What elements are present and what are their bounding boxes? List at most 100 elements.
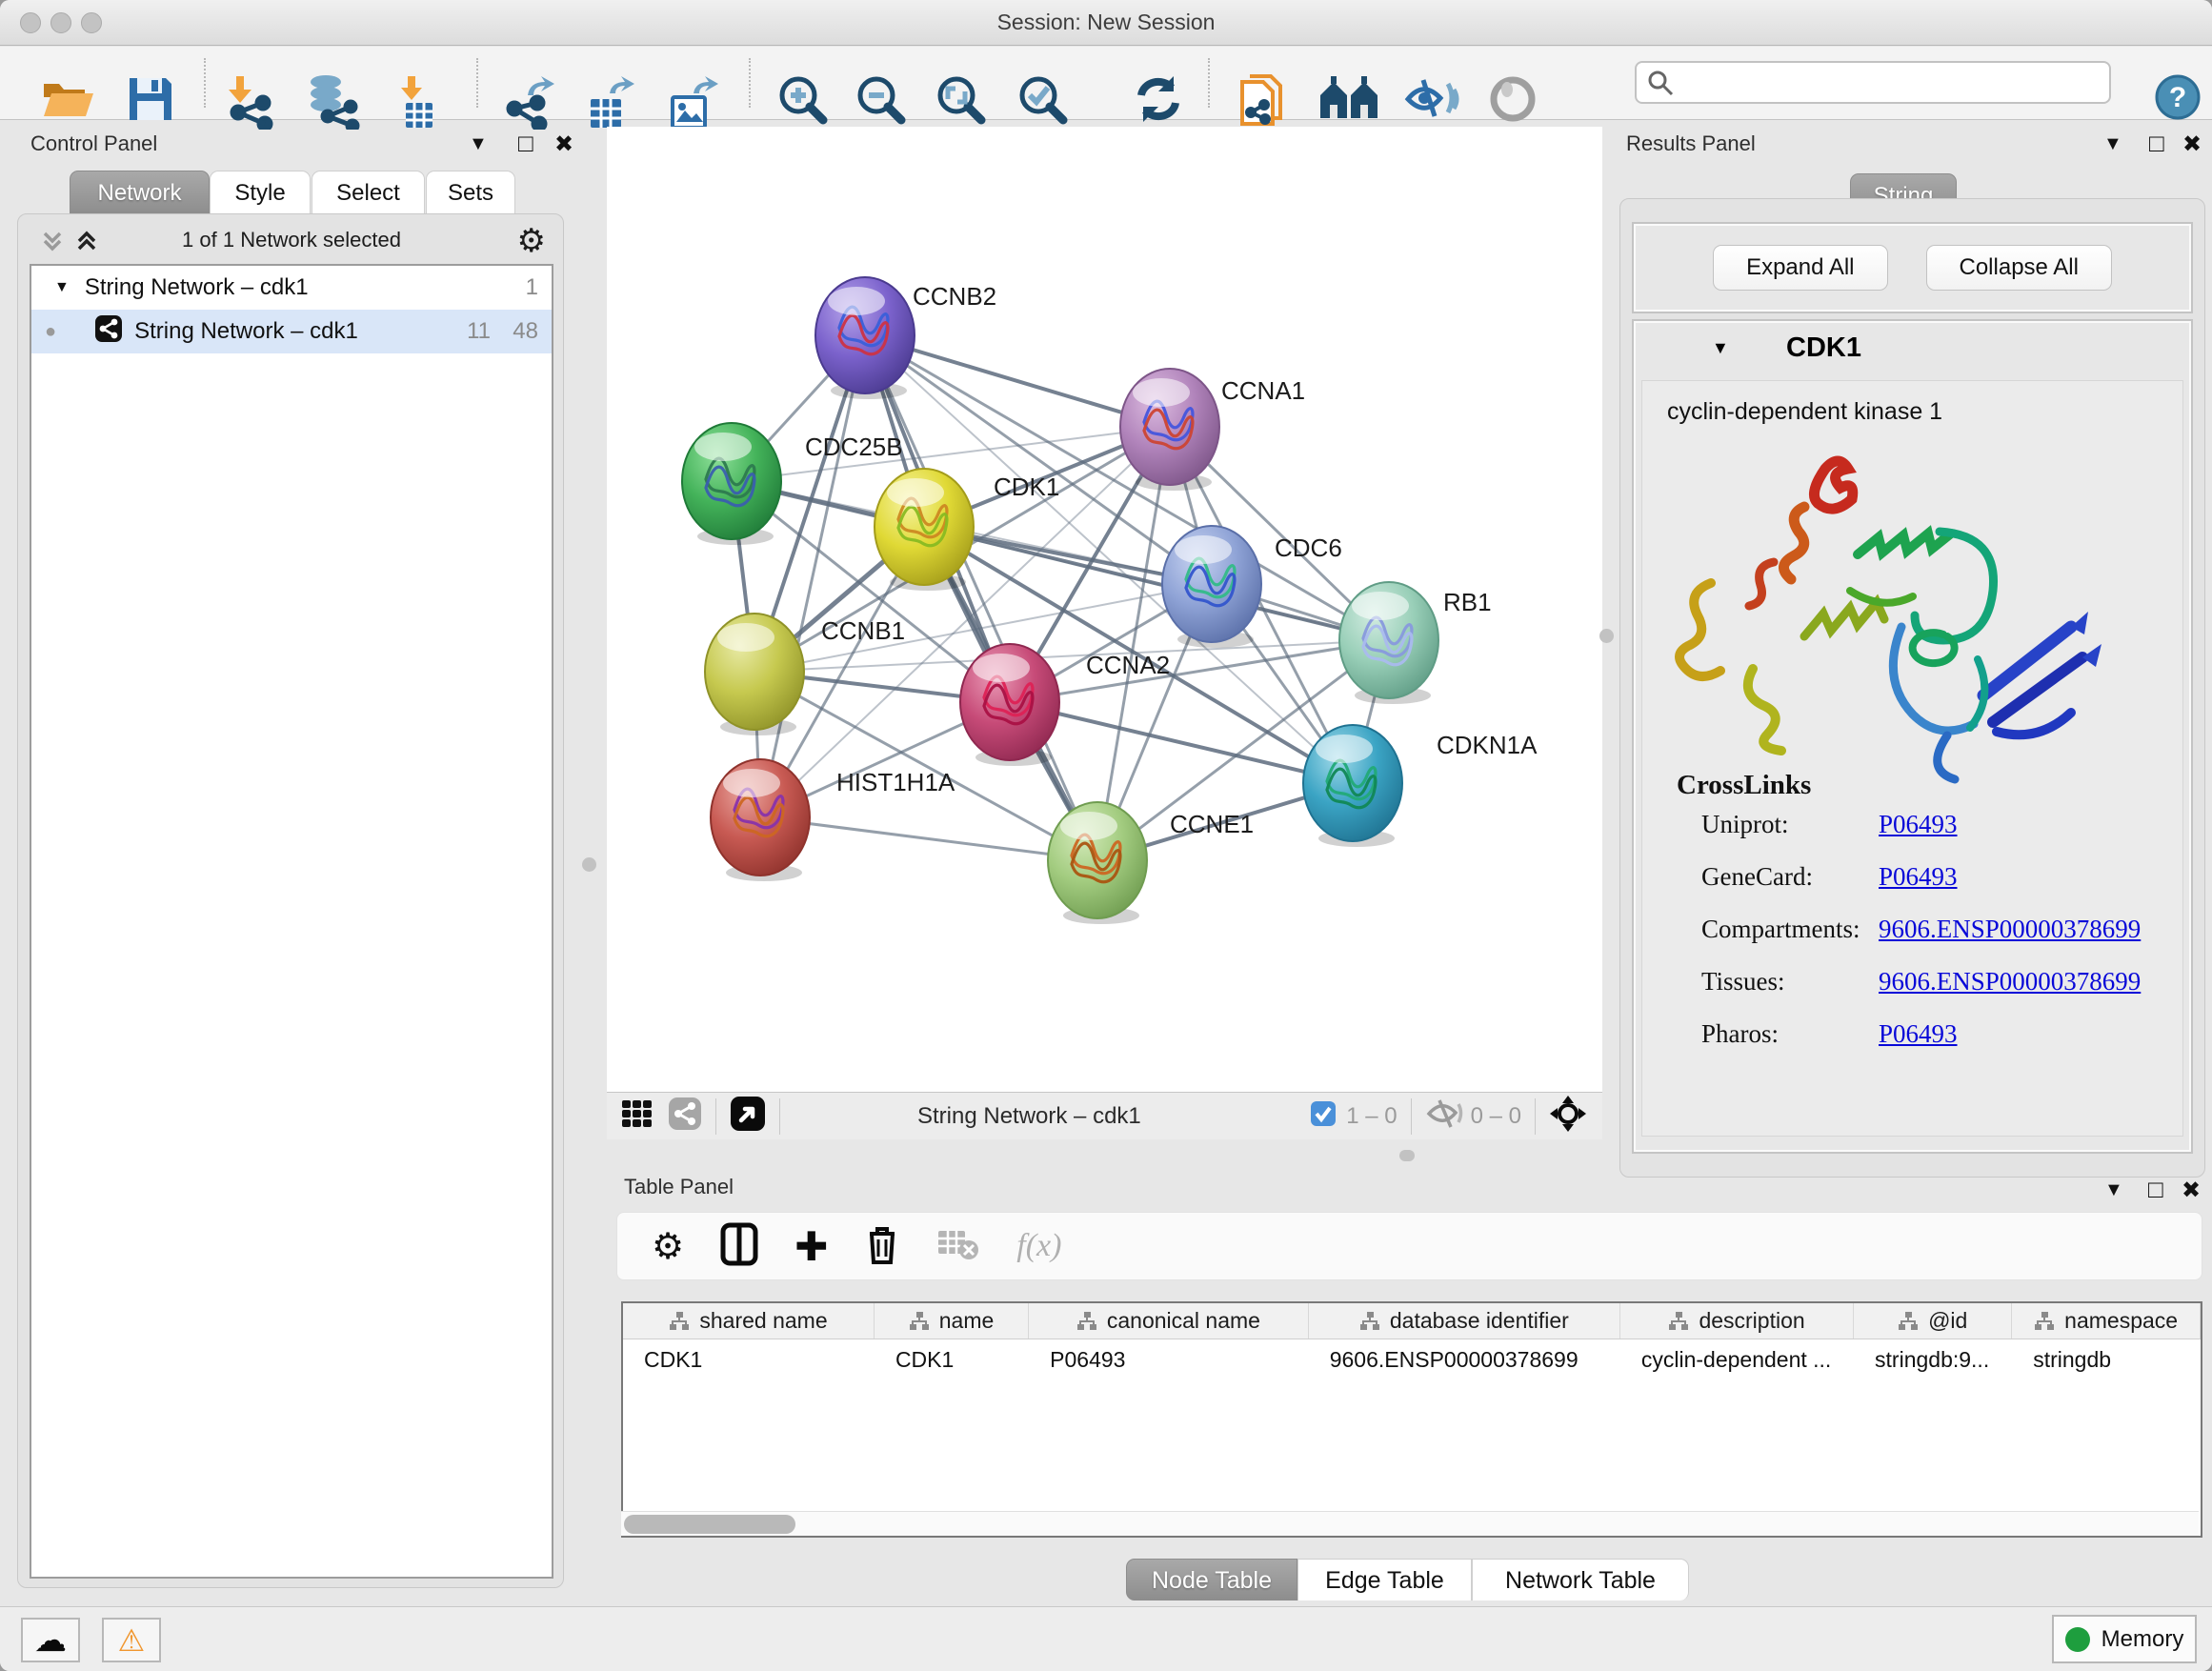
network-node-CCNA1[interactable] (1120, 369, 1219, 491)
network-node-CDKN1A[interactable] (1303, 725, 1402, 847)
open-session-button[interactable] (40, 74, 95, 130)
column-header-namespace[interactable]: namespace (2012, 1303, 2201, 1339)
cell-name[interactable]: CDK1 (875, 1339, 1029, 1381)
refresh-button[interactable] (1132, 74, 1185, 130)
tab-network-table[interactable]: Network Table (1472, 1559, 1689, 1601)
hidden-eye-icon[interactable] (1425, 1098, 1463, 1134)
results-panel-float-icon[interactable]: □ (2149, 129, 2164, 158)
grid-view-icon[interactable] (620, 1097, 654, 1136)
birdseye-view-icon[interactable] (730, 1096, 766, 1137)
cell-namespace[interactable]: stringdb (2012, 1339, 2201, 1381)
zoom-selected-button[interactable] (1016, 74, 1069, 130)
column-header-database-identifier[interactable]: database identifier (1309, 1303, 1620, 1339)
delete-table-icon[interactable] (936, 1227, 980, 1266)
search-field[interactable] (1635, 61, 2111, 104)
toolbar-separator (1535, 1098, 1536, 1135)
column-header-name[interactable]: name (875, 1303, 1029, 1339)
network-tree-child-row[interactable]: ● String Network – cdk1 11 48 (31, 310, 552, 353)
table-panel-menu-icon[interactable]: ▼ (2104, 1179, 2123, 1201)
section-expander-icon[interactable]: ▼ (1712, 338, 1729, 358)
new-network-from-selection-button[interactable] (1235, 74, 1288, 130)
node-table[interactable]: shared namenamecanonical namedatabase id… (621, 1301, 2202, 1538)
crosslink-uniprot-link[interactable]: P06493 (1879, 810, 1958, 839)
table-panel-close-icon[interactable]: ✖ (2182, 1177, 2201, 1204)
network-node-CCNB1[interactable] (705, 614, 804, 735)
memory-button[interactable]: Memory (2052, 1615, 2197, 1663)
tab-sets[interactable]: Sets (426, 171, 515, 214)
network-node-CDC6[interactable] (1162, 526, 1261, 648)
cell-canonical-name[interactable]: P06493 (1029, 1339, 1309, 1381)
right-splitter-handle[interactable] (1599, 629, 1614, 643)
control-panel-menu-icon[interactable]: ▼ (469, 133, 488, 155)
warning-icon: ⚠ (118, 1622, 146, 1659)
table-row[interactable]: CDK1CDK1P064939606.ENSP00000378699cyclin… (623, 1339, 2201, 1381)
show-columns-icon[interactable] (720, 1222, 758, 1271)
save-session-button[interactable] (126, 74, 175, 130)
network-node-HIST1H1A[interactable] (711, 759, 810, 881)
scrollbar-thumb[interactable] (624, 1515, 795, 1534)
crosslink-tissues-link[interactable]: 9606.ENSP00000378699 (1879, 967, 2141, 997)
network-options-gear-icon[interactable]: ⚙ (517, 222, 546, 260)
control-panel-float-icon[interactable]: □ (518, 129, 533, 158)
help-button[interactable]: ? (2155, 74, 2201, 130)
delete-column-icon[interactable] (864, 1222, 900, 1271)
collapse-all-button[interactable]: Collapse All (1926, 245, 2112, 291)
network-node-CDC25B[interactable] (682, 423, 781, 545)
selected-checkbox-icon[interactable] (1310, 1100, 1337, 1132)
tab-network[interactable]: Network (70, 171, 210, 214)
tree-expander-icon[interactable]: ▼ (54, 279, 70, 296)
crosslink-compartments-link[interactable]: 9606.ENSP00000378699 (1879, 915, 2141, 944)
collection-count: 1 (526, 274, 538, 301)
network-node-CCNB2[interactable] (815, 277, 915, 399)
crosslink-genecard-link[interactable]: P06493 (1879, 862, 1958, 892)
cell--id[interactable]: stringdb:9... (1854, 1339, 2012, 1381)
tab-style[interactable]: Style (210, 171, 311, 214)
function-builder-icon[interactable]: f(x) (1016, 1228, 1061, 1264)
export-network-button[interactable] (503, 74, 558, 130)
results-panel-close-icon[interactable]: ✖ (2182, 131, 2202, 158)
import-network-database-button[interactable] (303, 74, 362, 130)
search-input[interactable] (1675, 70, 2094, 95)
crosslink-pharos-link[interactable]: P06493 (1879, 1019, 1958, 1049)
table-horizontal-scrollbar[interactable] (621, 1511, 2199, 1536)
column-header-canonical-name[interactable]: canonical name (1029, 1303, 1309, 1339)
warnings-button[interactable]: ⚠ (102, 1618, 161, 1662)
zoom-selected-icon (1016, 74, 1069, 128)
tab-select[interactable]: Select (312, 171, 425, 214)
zoom-in-button[interactable] (775, 74, 829, 130)
expand-all-button[interactable]: Expand All (1713, 245, 1887, 291)
column-header--id[interactable]: @id (1854, 1303, 2012, 1339)
add-column-icon[interactable]: ✚ (794, 1223, 828, 1270)
import-network-file-button[interactable] (225, 74, 278, 130)
cloud-status-button[interactable]: ☁ (21, 1618, 80, 1662)
control-panel-close-icon[interactable]: ✖ (554, 131, 573, 158)
tab-node-table[interactable]: Node Table (1126, 1559, 1297, 1601)
network-tree-root-row[interactable]: ▼ String Network – cdk1 1 (31, 266, 552, 310)
tab-edge-table[interactable]: Edge Table (1297, 1559, 1472, 1601)
gene-section-header[interactable]: ▼ CDK1 (1634, 321, 2191, 380)
column-header-shared-name[interactable]: shared name (623, 1303, 875, 1339)
first-neighbors-button[interactable] (1318, 74, 1379, 130)
show-hide-graphics-button[interactable] (1402, 74, 1459, 130)
table-settings-gear-icon[interactable]: ⚙ (652, 1225, 684, 1268)
level-of-detail-button[interactable] (1488, 74, 1538, 130)
cell-shared-name[interactable]: CDK1 (623, 1339, 875, 1381)
network-node-CCNE1[interactable] (1048, 802, 1147, 924)
cell-description[interactable]: cyclin-dependent ... (1620, 1339, 1854, 1381)
fit-selected-crosshair-icon[interactable] (1549, 1095, 1587, 1137)
column-header-description[interactable]: description (1620, 1303, 1854, 1339)
cell-database-identifier[interactable]: 9606.ENSP00000378699 (1309, 1339, 1620, 1381)
import-table-button[interactable] (392, 74, 444, 130)
export-table-button[interactable] (583, 74, 638, 130)
horizontal-splitter-handle[interactable] (1399, 1150, 1415, 1161)
left-splitter-handle[interactable] (582, 857, 596, 872)
network-node-RB1[interactable] (1339, 582, 1438, 704)
network-node-CCNA2[interactable] (960, 644, 1059, 766)
results-panel-menu-icon[interactable]: ▼ (2103, 133, 2122, 155)
zoom-fit-button[interactable] (934, 74, 987, 130)
string-view-badge-icon[interactable] (668, 1097, 702, 1136)
network-graph[interactable]: CCNB2CCNA1CDC25BCDK1CDC6RB1CCNB1CCNA2CDK… (607, 127, 1602, 1092)
table-panel-float-icon[interactable]: □ (2148, 1175, 2163, 1204)
zoom-out-button[interactable] (854, 74, 907, 130)
export-image-button[interactable] (665, 74, 720, 130)
